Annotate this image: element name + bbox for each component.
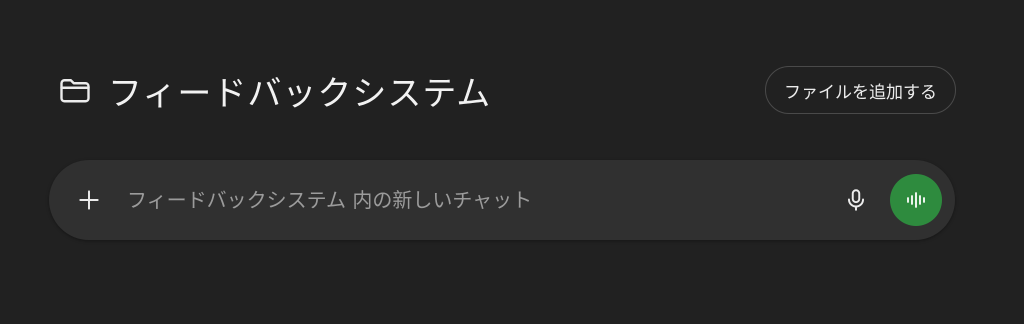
voice-mode-button[interactable] <box>890 174 942 226</box>
chat-input[interactable] <box>125 177 836 223</box>
title-group: フィードバックシステム <box>56 43 491 138</box>
microphone-icon[interactable] <box>836 180 876 220</box>
project-page: フィードバックシステム ファイルを追加する <box>0 0 1024 324</box>
add-files-button[interactable]: ファイルを追加する <box>765 66 956 114</box>
plus-icon[interactable] <box>67 178 111 222</box>
page-title: フィードバックシステム <box>108 73 492 114</box>
chat-composer <box>49 160 955 240</box>
project-header: フィードバックシステム ファイルを追加する <box>56 64 956 116</box>
voice-waveform-icon <box>907 192 925 208</box>
folder-icon <box>56 71 94 109</box>
